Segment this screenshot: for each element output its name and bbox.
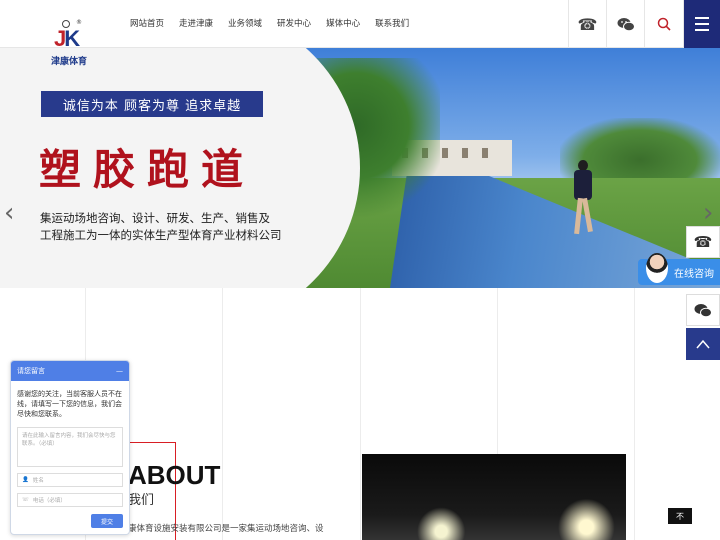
about-text: 康体育设施安装有限公司是一家集运动场地咨询、设 <box>128 524 324 534</box>
name-placeholder: 姓名 <box>32 478 44 484</box>
message-textarea[interactable]: 请在此输入留言内容，我们会尽快与您联系。（必填） <box>17 427 123 467</box>
banner-title: 塑胶跑道 <box>39 145 256 194</box>
phone-placeholder: 电话（必填） <box>32 498 66 504</box>
wechat-icon[interactable] <box>606 0 644 48</box>
nav-item-home[interactable]: 网站首页 <box>130 17 164 29</box>
chat-intro-text: 感谢您的关注，当前客服人员不在线，请填写一下您的信息，我们会尽快和您联系。 <box>17 390 122 418</box>
registered-mark: ® <box>76 19 82 26</box>
nav-item-contact[interactable]: 联系我们 <box>375 17 409 29</box>
chat-header: 请您留言 — <box>11 361 129 381</box>
leave-message-widget: 请您留言 — 感谢您的关注，当前客服人员不在线，请填写一下您的信息，我们会尽快和… <box>10 360 130 535</box>
main-nav: 网站首页 走进津康 业务领域 研发中心 媒体中心 联系我们 <box>130 17 424 29</box>
about-heading-cn: 我们 <box>128 493 155 508</box>
agent-avatar <box>646 253 668 283</box>
nav-item-business[interactable]: 业务领域 <box>228 17 262 29</box>
name-input[interactable]: 👤 姓名 <box>17 473 123 487</box>
banner-desc-line-2: 工程施工为一体的实体生产型体育产业材料公司 <box>40 228 282 242</box>
corner-button[interactable]: 不 <box>668 508 692 524</box>
user-icon: 👤 <box>22 477 29 483</box>
site-header: ® JK 津康体育 网站首页 走进津康 业务领域 研发中心 媒体中心 联系我们 … <box>0 0 720 67</box>
site-logo[interactable]: ® JK 津康体育 <box>48 16 92 68</box>
banner-runner <box>572 160 594 238</box>
phone-icon[interactable]: ☎ <box>568 0 606 48</box>
nav-item-media[interactable]: 媒体中心 <box>326 17 360 29</box>
submit-button[interactable]: 提交 <box>91 514 123 528</box>
banner-slogan: 诚信为本 顾客为尊 追求卓越 <box>41 91 263 117</box>
float-wechat-icon[interactable] <box>686 294 720 326</box>
phone-small-icon: ☏ <box>22 497 29 503</box>
nav-item-rnd[interactable]: 研发中心 <box>277 17 311 29</box>
nav-item-about[interactable]: 走进津康 <box>179 17 213 29</box>
online-consult-button[interactable]: 在线咨询 <box>638 253 720 285</box>
banner-desc-line-1: 集运动场地咨询、设计、研发、生产、销售及 <box>40 211 270 225</box>
grid-divider <box>634 288 635 540</box>
about-heading: ABOUT <box>128 460 221 490</box>
phone-input[interactable]: ☏ 电话（必填） <box>17 493 123 507</box>
search-icon[interactable] <box>644 0 684 48</box>
grid-divider <box>222 288 223 540</box>
online-consult-label: 在线咨询 <box>674 268 714 280</box>
banner-prev-arrow-icon[interactable]: ‹ <box>4 198 14 228</box>
banner-description: 集运动场地咨询、设计、研发、生产、销售及 工程施工为一体的实体生产型体育产业材料… <box>40 210 330 244</box>
grid-divider <box>360 288 361 540</box>
about-photo <box>362 454 626 540</box>
chat-title: 请您留言 <box>17 367 45 375</box>
logo-brand-text: 津康体育 <box>51 57 88 67</box>
banner-next-arrow-icon[interactable]: › <box>703 198 713 228</box>
hero-banner: 诚信为本 顾客为尊 追求卓越 塑胶跑道 集运动场地咨询、设计、研发、生产、销售及… <box>0 48 720 288</box>
minimize-icon[interactable]: — <box>116 367 123 375</box>
logo-mark: JK <box>54 26 80 51</box>
menu-icon[interactable] <box>684 0 720 48</box>
float-phone-icon[interactable]: ☎ <box>686 226 720 258</box>
float-back-to-top-icon[interactable] <box>686 328 720 360</box>
